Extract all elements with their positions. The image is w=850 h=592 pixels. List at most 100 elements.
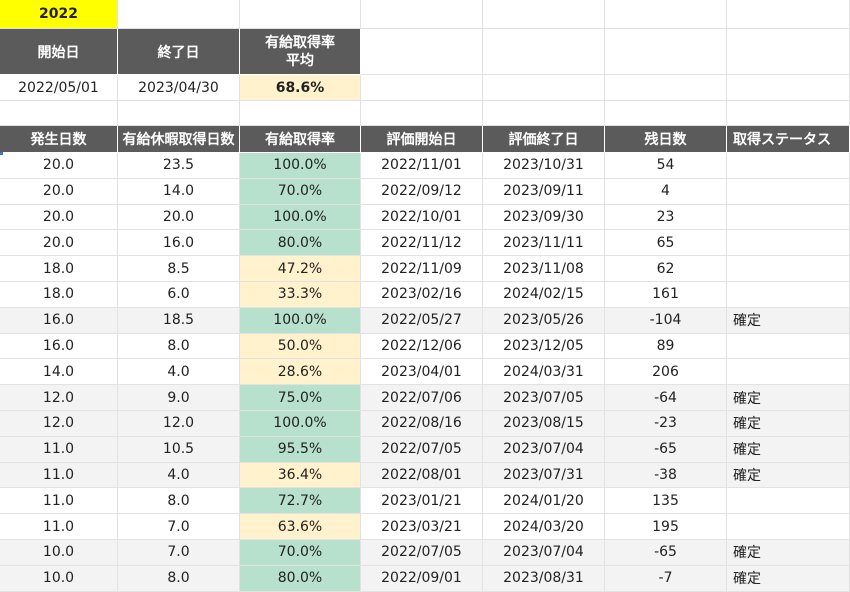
cell-remaining[interactable]: -64: [605, 385, 727, 411]
cell-eval-start[interactable]: 2022/11/12: [361, 230, 483, 257]
cell-rate[interactable]: 100.0%: [240, 307, 361, 334]
cell-eval-end[interactable]: 2023/10/31: [483, 153, 605, 179]
end-date-value[interactable]: 2023/04/30: [118, 75, 240, 101]
cell-eval-end[interactable]: 2023/07/31: [483, 462, 605, 489]
cell-eval-start[interactable]: 2023/02/16: [361, 282, 483, 308]
cell-granted-days[interactable]: 12.0: [0, 411, 118, 437]
end-date-header[interactable]: 終了日: [118, 29, 240, 75]
cell-taken-days[interactable]: 7.0: [118, 540, 240, 566]
year-cell[interactable]: 2022: [0, 0, 118, 29]
cell-eval-end[interactable]: 2024/01/20: [483, 488, 605, 515]
avg-rate-header[interactable]: 有給取得率 平均: [240, 29, 361, 75]
cell-taken-days[interactable]: 8.0: [118, 565, 240, 592]
cell-remaining[interactable]: 54: [605, 153, 727, 179]
cell-taken-days[interactable]: 8.5: [118, 256, 240, 282]
cell-eval-end[interactable]: 2023/09/30: [483, 204, 605, 231]
empty-cell[interactable]: [361, 29, 483, 75]
cell-eval-end[interactable]: 2023/07/04: [483, 436, 605, 463]
cell-granted-days[interactable]: 10.0: [0, 565, 118, 592]
cell-status[interactable]: 確定: [727, 462, 850, 489]
cell-remaining[interactable]: 161: [605, 282, 727, 308]
cell-taken-days[interactable]: 7.0: [118, 514, 240, 540]
cell-rate[interactable]: 50.0%: [240, 333, 361, 360]
col-header-eval-end[interactable]: 評価終了日: [483, 126, 605, 153]
empty-cell[interactable]: [727, 29, 850, 75]
col-header-granted-days[interactable]: 発生日数: [0, 126, 118, 153]
empty-cell[interactable]: [727, 0, 850, 29]
empty-cell[interactable]: [605, 101, 727, 126]
cell-eval-end[interactable]: 2024/03/20: [483, 514, 605, 540]
empty-cell[interactable]: [361, 75, 483, 101]
empty-cell[interactable]: [361, 101, 483, 126]
col-header-taken-days[interactable]: 有給休暇取得日数: [118, 126, 240, 153]
cell-remaining[interactable]: 89: [605, 333, 727, 360]
empty-cell[interactable]: [240, 0, 361, 29]
cell-rate[interactable]: 28.6%: [240, 359, 361, 386]
cell-remaining[interactable]: 62: [605, 256, 727, 282]
cell-status[interactable]: 確定: [727, 436, 850, 463]
cell-eval-end[interactable]: 2024/02/15: [483, 282, 605, 308]
cell-rate[interactable]: 100.0%: [240, 204, 361, 231]
cell-granted-days[interactable]: 20.0: [0, 204, 118, 231]
cell-eval-start[interactable]: 2022/09/01: [361, 565, 483, 592]
col-header-remaining[interactable]: 残日数: [605, 126, 727, 153]
cell-eval-start[interactable]: 2023/04/01: [361, 359, 483, 386]
cell-remaining[interactable]: -38: [605, 462, 727, 489]
cell-granted-days[interactable]: 16.0: [0, 307, 118, 334]
cell-taken-days[interactable]: 4.0: [118, 462, 240, 489]
cell-status[interactable]: [727, 204, 850, 231]
cell-status[interactable]: [727, 282, 850, 308]
cell-status[interactable]: [727, 178, 850, 205]
cell-rate[interactable]: 63.6%: [240, 514, 361, 540]
empty-cell[interactable]: [605, 0, 727, 29]
empty-cell[interactable]: [727, 75, 850, 101]
cell-taken-days[interactable]: 16.0: [118, 230, 240, 257]
cell-granted-days[interactable]: 20.0: [0, 153, 118, 179]
cell-taken-days[interactable]: 10.5: [118, 436, 240, 463]
cell-remaining[interactable]: -7: [605, 565, 727, 592]
empty-cell[interactable]: [118, 101, 240, 126]
cell-eval-end[interactable]: 2024/03/31: [483, 359, 605, 386]
empty-cell[interactable]: [605, 75, 727, 101]
cell-remaining[interactable]: -104: [605, 307, 727, 334]
cell-status[interactable]: [727, 359, 850, 386]
cell-granted-days[interactable]: 20.0: [0, 178, 118, 205]
cell-rate[interactable]: 100.0%: [240, 411, 361, 437]
cell-taken-days[interactable]: 18.5: [118, 307, 240, 334]
cell-eval-start[interactable]: 2022/07/05: [361, 540, 483, 566]
empty-cell[interactable]: [118, 0, 240, 29]
cell-remaining[interactable]: -65: [605, 540, 727, 566]
cell-rate[interactable]: 70.0%: [240, 540, 361, 566]
cell-remaining[interactable]: 23: [605, 204, 727, 231]
col-header-status[interactable]: 取得ステータス: [727, 126, 850, 153]
cell-eval-end[interactable]: 2023/11/08: [483, 256, 605, 282]
cell-eval-start[interactable]: 2022/11/09: [361, 256, 483, 282]
cell-granted-days[interactable]: 11.0: [0, 488, 118, 515]
empty-cell[interactable]: [483, 0, 605, 29]
cell-eval-start[interactable]: 2022/07/05: [361, 436, 483, 463]
empty-cell[interactable]: [727, 101, 850, 126]
cell-granted-days[interactable]: 11.0: [0, 514, 118, 540]
cell-granted-days[interactable]: 16.0: [0, 333, 118, 360]
cell-status[interactable]: [727, 514, 850, 540]
cell-remaining[interactable]: -23: [605, 411, 727, 437]
col-header-rate[interactable]: 有給取得率: [240, 126, 361, 153]
cell-taken-days[interactable]: 9.0: [118, 385, 240, 411]
cell-status[interactable]: 確定: [727, 307, 850, 334]
cell-eval-start[interactable]: 2022/05/27: [361, 307, 483, 334]
cell-granted-days[interactable]: 14.0: [0, 359, 118, 386]
col-header-eval-start[interactable]: 評価開始日: [361, 126, 483, 153]
cell-remaining[interactable]: -65: [605, 436, 727, 463]
cell-status[interactable]: [727, 230, 850, 257]
cell-eval-start[interactable]: 2023/03/21: [361, 514, 483, 540]
cell-eval-start[interactable]: 2022/08/01: [361, 462, 483, 489]
cell-eval-end[interactable]: 2023/11/11: [483, 230, 605, 257]
empty-cell[interactable]: [0, 101, 118, 126]
cell-granted-days[interactable]: 18.0: [0, 282, 118, 308]
cell-eval-start[interactable]: 2022/07/06: [361, 385, 483, 411]
cell-eval-end[interactable]: 2023/08/15: [483, 411, 605, 437]
cell-status[interactable]: 確定: [727, 565, 850, 592]
cell-rate[interactable]: 80.0%: [240, 230, 361, 257]
cell-remaining[interactable]: 206: [605, 359, 727, 386]
empty-cell[interactable]: [361, 0, 483, 29]
